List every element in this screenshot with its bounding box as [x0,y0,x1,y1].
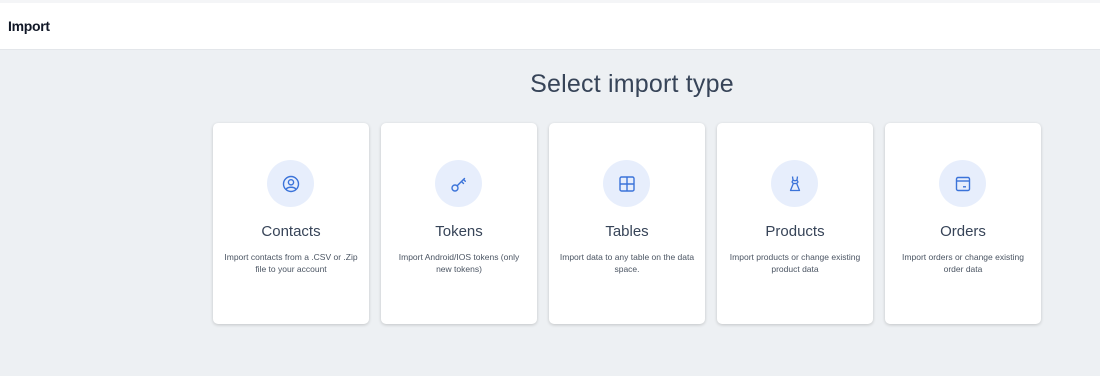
import-card-tokens[interactable]: Tokens Import Android/IOS tokens (only n… [381,123,537,324]
import-card-orders[interactable]: Orders Import orders or change existing … [885,123,1041,324]
card-title: Tokens [435,223,483,240]
import-card-contacts[interactable]: Contacts Import contacts from a .CSV or … [213,123,369,324]
card-description: Import contacts from a .CSV or .Zip file… [224,252,358,274]
card-description: Import products or change existing produ… [729,252,861,274]
card-title: Products [765,223,825,240]
card-title: Contacts [261,223,321,240]
page-header: Import [0,3,1100,50]
header-title: Import [8,18,50,34]
card-title: Orders [940,223,986,240]
card-title: Tables [605,223,649,240]
user-circle-icon [267,160,314,207]
import-card-products[interactable]: Products Import products or change exist… [717,123,873,324]
dress-icon [771,160,818,207]
import-card-tables[interactable]: Tables Import data to any table on the d… [549,123,705,324]
card-description: Import data to any table on the data spa… [559,252,695,274]
page-title: Select import type [530,70,734,98]
table-grid-icon [603,160,650,207]
card-description: Import orders or change existing order d… [902,252,1024,274]
key-icon [435,160,482,207]
card-description: Import Android/IOS tokens (only new toke… [398,252,520,274]
box-icon [939,160,986,207]
